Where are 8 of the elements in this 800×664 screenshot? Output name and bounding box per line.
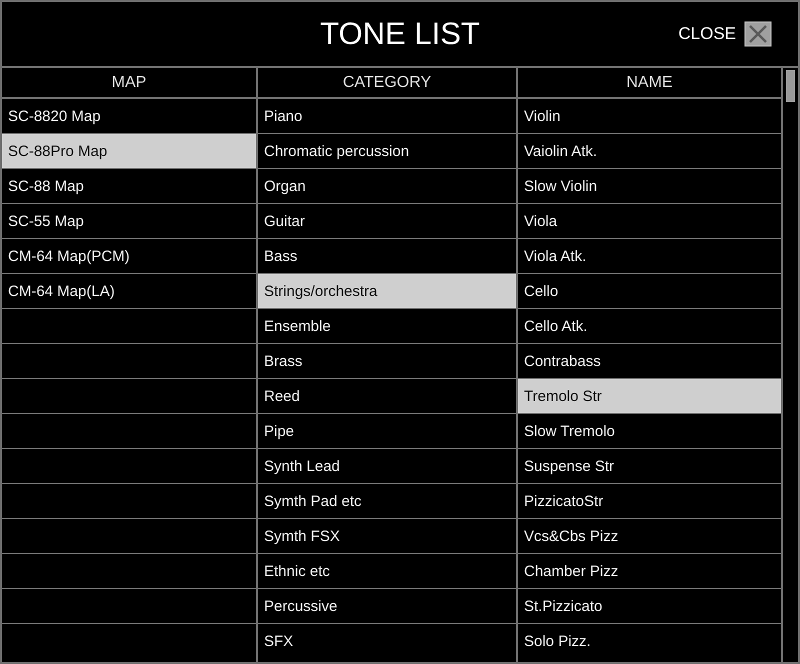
scrollbar-thumb[interactable] — [786, 70, 795, 102]
list-item[interactable]: Tremolo Str — [518, 379, 781, 414]
close-icon — [744, 21, 772, 47]
list-item[interactable]: SC-88Pro Map — [2, 134, 256, 169]
scrollbar[interactable] — [781, 68, 798, 662]
window-title: TONE LIST — [320, 16, 480, 52]
list-item[interactable]: Strings/orchestra — [258, 274, 516, 309]
close-button[interactable]: CLOSE — [678, 21, 772, 47]
